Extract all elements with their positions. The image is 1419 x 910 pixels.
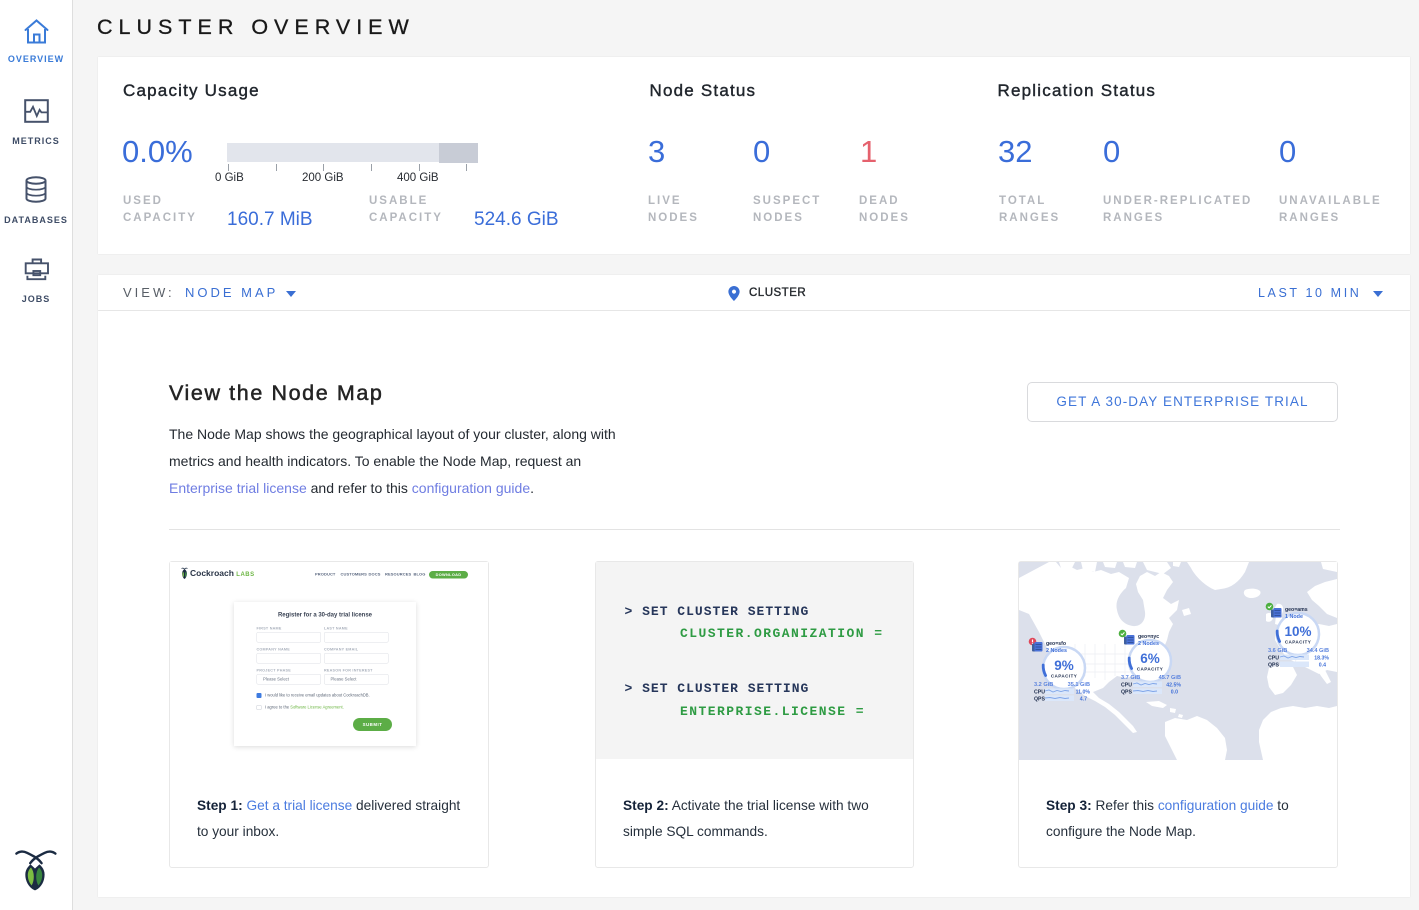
svg-text:geo=ams: geo=ams xyxy=(1285,607,1308,613)
svg-text:9%: 9% xyxy=(1054,658,1074,673)
svg-text:10%: 10% xyxy=(1284,624,1311,639)
svg-text:35.1 GiB: 35.1 GiB xyxy=(1068,682,1090,688)
svg-text:geo=nyc: geo=nyc xyxy=(1138,634,1159,640)
svg-text:3.6 GiB: 3.6 GiB xyxy=(1268,648,1287,654)
svg-text:11.0%: 11.0% xyxy=(1076,690,1091,696)
svg-text:42.5%: 42.5% xyxy=(1166,683,1181,689)
svg-text:0.4: 0.4 xyxy=(1319,663,1326,669)
svg-text:2 Nodes: 2 Nodes xyxy=(1046,648,1067,654)
svg-text:34.4 GiB: 34.4 GiB xyxy=(1307,648,1329,654)
svg-text:4.7: 4.7 xyxy=(1080,697,1087,703)
svg-text:CPU: CPU xyxy=(1268,656,1279,662)
svg-text:45.7 GiB: 45.7 GiB xyxy=(1159,675,1181,681)
svg-text:CPU: CPU xyxy=(1034,690,1045,696)
svg-text:CPU: CPU xyxy=(1121,683,1132,689)
svg-text:1 Node: 1 Node xyxy=(1285,614,1303,620)
svg-text:0.0: 0.0 xyxy=(1171,690,1178,696)
svg-text:3.7 GiB: 3.7 GiB xyxy=(1121,675,1140,681)
svg-text:CAPACITY: CAPACITY xyxy=(1051,674,1077,679)
svg-text:QPS: QPS xyxy=(1034,697,1045,703)
svg-text:18.3%: 18.3% xyxy=(1314,656,1329,662)
svg-text:6%: 6% xyxy=(1140,651,1160,666)
svg-text:CAPACITY: CAPACITY xyxy=(1137,667,1163,672)
svg-text:QPS: QPS xyxy=(1268,663,1279,669)
svg-text:CAPACITY: CAPACITY xyxy=(1285,640,1311,645)
svg-text:geo=sfo: geo=sfo xyxy=(1046,641,1066,647)
svg-text:3.2 GiB: 3.2 GiB xyxy=(1034,682,1053,688)
svg-text:QPS: QPS xyxy=(1121,690,1132,696)
svg-text:2 Nodes: 2 Nodes xyxy=(1138,641,1159,647)
